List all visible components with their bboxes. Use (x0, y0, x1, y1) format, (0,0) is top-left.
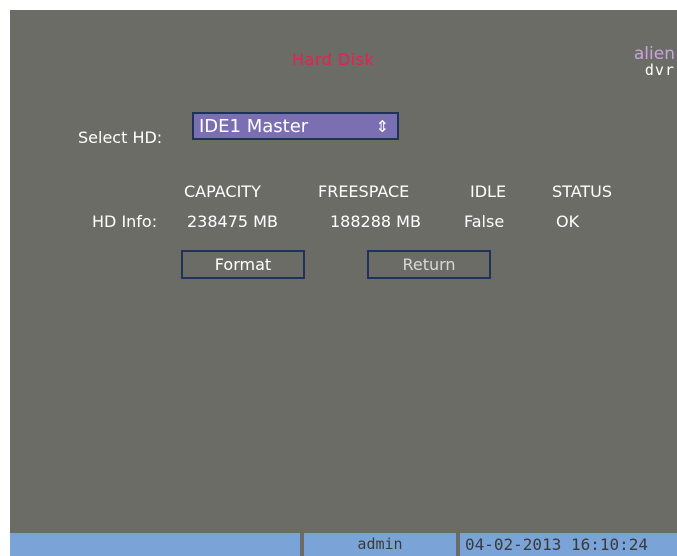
column-header-idle: IDLE (470, 182, 507, 201)
column-header-status: STATUS (552, 182, 613, 201)
logo-text-alien: alien (633, 44, 675, 64)
format-button[interactable]: Format (181, 250, 305, 279)
up-down-arrows-icon: ⇕ (375, 117, 389, 136)
current-user: admin (304, 533, 456, 556)
select-hd-label: Select HD: (78, 128, 163, 147)
brand-logo: alien dvr (615, 44, 675, 79)
status-value: OK (556, 212, 580, 231)
column-header-capacity: CAPACITY (184, 182, 261, 201)
idle-value: False (464, 212, 505, 231)
status-bar-blank-segment (10, 533, 300, 556)
page-title: Hard Disk (292, 50, 375, 69)
hd-select-dropdown[interactable]: IDE1 Master ⇕ (192, 112, 399, 140)
freespace-value: 188288 MB (330, 212, 421, 231)
column-header-freespace: FREESPACE (318, 182, 410, 201)
logo-text-dvr: dvr (644, 61, 675, 79)
capacity-value: 238475 MB (187, 212, 278, 231)
date-time-display: 04-02-2013 16:10:24 (460, 533, 677, 556)
hd-select-value: IDE1 Master (199, 116, 309, 137)
hd-info-label: HD Info: (92, 212, 158, 231)
dvr-screen: Hard Disk alien dvr Select HD: IDE1 Mast… (10, 10, 677, 556)
return-button[interactable]: Return (367, 250, 491, 279)
status-bar: admin 04-02-2013 16:10:24 (10, 533, 677, 556)
